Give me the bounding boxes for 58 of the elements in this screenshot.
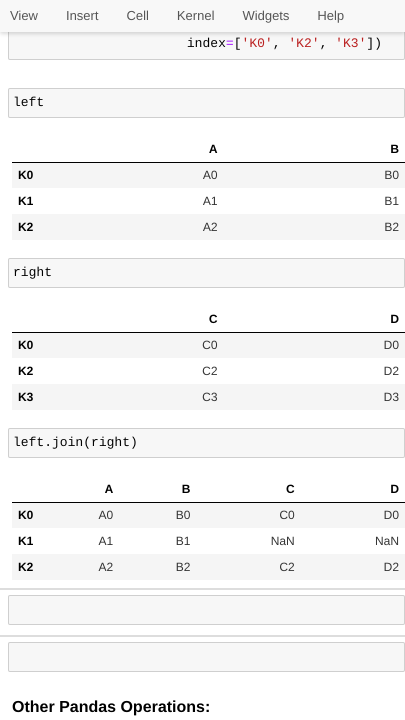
menu-item[interactable]: Insert bbox=[66, 6, 98, 26]
menu-item[interactable]: Help bbox=[317, 6, 344, 26]
table-cell: B0 bbox=[119, 502, 196, 528]
row-index: K0 bbox=[12, 162, 42, 188]
row-index: K1 bbox=[12, 528, 42, 554]
column-header: D bbox=[300, 476, 405, 502]
menu-item[interactable]: Kernel bbox=[176, 6, 214, 26]
menu-item[interactable]: View bbox=[10, 6, 38, 26]
menu-item[interactable]: Cell bbox=[126, 6, 149, 26]
table-cell: D3 bbox=[224, 384, 405, 410]
code-cell[interactable]: index=['K0', 'K2', 'K3']) bbox=[8, 30, 405, 60]
table-cell: A2 bbox=[42, 554, 120, 580]
table-cell: B0 bbox=[224, 162, 405, 188]
menu-item[interactable]: Widgets bbox=[242, 6, 290, 26]
table-cell: C2 bbox=[42, 358, 224, 384]
column-header: B bbox=[224, 136, 405, 162]
row-index: K0 bbox=[12, 502, 42, 528]
column-header: A bbox=[42, 136, 224, 162]
code-cell[interactable]: right bbox=[8, 258, 405, 288]
table-cell: A1 bbox=[42, 188, 224, 214]
table-cell: D0 bbox=[224, 332, 405, 358]
column-header: B bbox=[119, 476, 196, 502]
section-heading: Other Pandas Operations: bbox=[12, 698, 212, 718]
column-header: C bbox=[196, 476, 301, 502]
row-index: K2 bbox=[12, 214, 42, 240]
row-index: K3 bbox=[12, 384, 42, 410]
table-cell: A2 bbox=[42, 214, 224, 240]
code-line: index=['K0', 'K2', 'K3']) bbox=[186, 34, 382, 52]
table-cell: A0 bbox=[42, 502, 120, 528]
table-cell: D2 bbox=[224, 358, 405, 384]
column-header: D bbox=[224, 306, 405, 332]
empty-code-cell[interactable] bbox=[8, 595, 405, 625]
table-cell: B2 bbox=[224, 214, 405, 240]
row-index: K2 bbox=[12, 358, 42, 384]
table-cell: B2 bbox=[119, 554, 196, 580]
table-cell: D0 bbox=[300, 502, 405, 528]
column-header: C bbox=[42, 306, 224, 332]
table-cell: B1 bbox=[119, 528, 196, 554]
table-cell: NaN bbox=[300, 528, 405, 554]
table-cell: C3 bbox=[42, 384, 224, 410]
code-line: right bbox=[13, 264, 52, 282]
code-cell[interactable]: left.join(right) bbox=[8, 428, 405, 458]
table-cell: C2 bbox=[196, 554, 301, 580]
code-cell[interactable]: left bbox=[8, 88, 405, 118]
table-cell: A0 bbox=[42, 162, 224, 188]
column-header: A bbox=[42, 476, 120, 502]
table-cell: A1 bbox=[42, 528, 120, 554]
code-line: left.join(right) bbox=[13, 434, 138, 452]
empty-code-cell[interactable] bbox=[8, 642, 405, 672]
table-cell: C0 bbox=[196, 502, 301, 528]
row-index: K0 bbox=[12, 332, 42, 358]
code-line: left bbox=[13, 94, 44, 112]
row-index: K2 bbox=[12, 554, 42, 580]
table-cell: B1 bbox=[224, 188, 405, 214]
table-cell: NaN bbox=[196, 528, 301, 554]
table-cell: C0 bbox=[42, 332, 224, 358]
table-cell: D2 bbox=[300, 554, 405, 580]
row-index: K1 bbox=[12, 188, 42, 214]
